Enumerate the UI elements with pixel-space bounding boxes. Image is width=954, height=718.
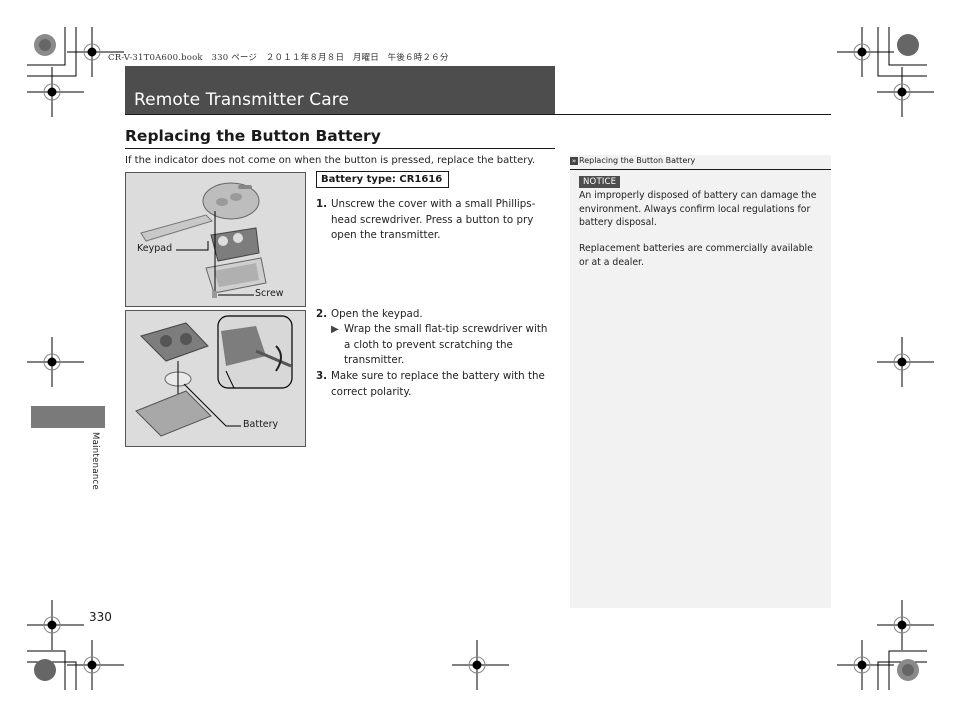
registration-target-icon [27, 337, 84, 387]
step-text: Make sure to replace the battery with th… [331, 370, 545, 398]
registration-target-icon [27, 67, 84, 117]
notice-badge: NOTICE [579, 176, 621, 188]
step-text: Unscrew the cover with a small Phillips-… [331, 198, 536, 242]
page-number: 330 [89, 610, 112, 624]
registration-target-icon [837, 640, 894, 690]
title-divider [125, 114, 831, 115]
keypad-callout: Keypad [137, 243, 173, 254]
key-blade [140, 214, 213, 242]
registration-target-icon [27, 600, 84, 650]
registration-dot-icon [34, 659, 56, 681]
registration-target-icon [877, 67, 934, 117]
registration-target-icon [837, 27, 894, 77]
registration-dot-icon [897, 34, 919, 56]
section-divider [125, 148, 555, 149]
double-chevron-icon: » [570, 157, 578, 165]
chapter-tab[interactable] [31, 406, 105, 428]
notice-text: An improperly disposed of battery can da… [579, 190, 817, 228]
sidebar-note-divider [570, 169, 831, 170]
step-3: 3. Make sure to replace the battery with… [316, 369, 556, 400]
keypad-part [210, 227, 260, 262]
step-2-substep: ▶ Wrap the small flat-tip screwdriver wi… [331, 322, 556, 369]
sidebar-note-header: » Replacing the Button Battery [570, 156, 695, 165]
step-number: 1. [316, 198, 328, 210]
note-text: Replacement batteries are commercially a… [579, 243, 813, 268]
case-part [135, 390, 212, 437]
step-1: 1. Unscrew the cover with a small Philli… [316, 197, 556, 244]
registration-target-icon [877, 337, 934, 387]
step-2: 2. Open the keypad. [316, 307, 556, 323]
keypad-part [140, 322, 209, 362]
substep-text: Wrap the small flat-tip screwdriver with… [344, 323, 548, 367]
keypad-screw-diagram [125, 172, 306, 307]
section-heading: Replacing the Button Battery [125, 127, 381, 145]
battery-type-box: Battery type: CR1616 [316, 171, 450, 188]
print-header: CR-V-31T0A600.book 330 ページ ２０１１年８月８日 月曜日… [108, 53, 449, 63]
battery-callout: Battery [243, 419, 279, 430]
screw-part [212, 291, 217, 298]
chapter-label: Maintenance [90, 432, 100, 491]
step-number: 2. [316, 308, 328, 320]
step-number: 3. [316, 370, 328, 382]
step-text: Open the keypad. [331, 308, 423, 320]
intro-text: If the indicator does not come on when t… [125, 155, 536, 166]
sidebar-note-title: Replacing the Button Battery [579, 156, 696, 165]
screw-callout: Screw [255, 288, 284, 299]
triangle-bullet-icon: ▶ [331, 324, 339, 335]
registration-target-icon [877, 600, 934, 650]
transmitter-exploded-illustration [140, 182, 267, 298]
registration-target-icon [452, 640, 509, 690]
battery-diagram [125, 310, 306, 447]
page-title: Remote Transmitter Care [134, 90, 350, 110]
